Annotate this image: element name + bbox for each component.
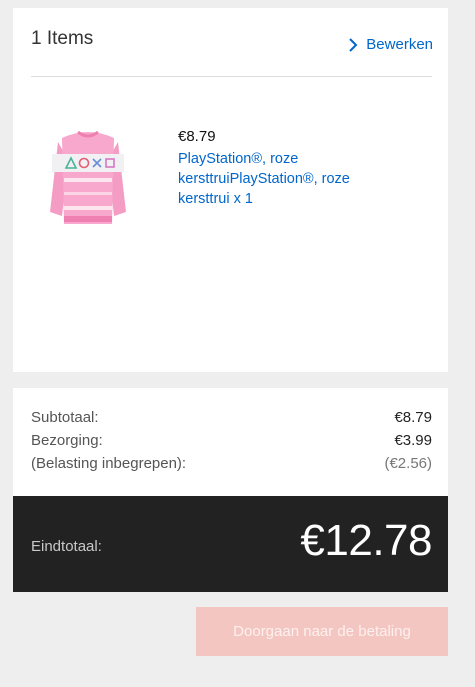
total-label: Eindtotaal: xyxy=(31,538,102,555)
edit-cart-link[interactable]: Bewerken xyxy=(345,36,433,53)
tax-row: (Belasting inbegrepen): (€2.56) xyxy=(31,455,432,472)
total-value: €12.78 xyxy=(300,516,432,565)
sweater-icon xyxy=(50,130,126,224)
divider xyxy=(31,76,432,77)
product-image[interactable] xyxy=(48,120,128,230)
order-summary: Subtotaal: €8.79 Bezorging: €3.99 (Belas… xyxy=(13,388,448,496)
items-count-title: 1 Items xyxy=(31,28,94,49)
subtotal-label: Subtotaal: xyxy=(31,409,99,426)
total-bar: Eindtotaal: €12.78 xyxy=(13,496,448,592)
item-name-link[interactable]: PlayStation®, roze kersttruiPlayStation®… xyxy=(178,149,378,209)
edit-link-label: Bewerken xyxy=(366,36,433,53)
cart-items-panel: 1 Items Bewerken €8.79 PlayStation®, roz… xyxy=(13,8,448,372)
chevron-right-icon xyxy=(349,37,358,52)
tax-label: (Belasting inbegrepen): xyxy=(31,455,187,472)
checkout-button[interactable]: Doorgaan naar de betaling xyxy=(196,607,448,656)
tax-value: (€2.56) xyxy=(384,455,432,472)
shipping-row: Bezorging: €3.99 xyxy=(31,432,432,449)
shipping-label: Bezorging: xyxy=(31,432,103,449)
subtotal-row: Subtotaal: €8.79 xyxy=(31,409,432,426)
shipping-value: €3.99 xyxy=(394,432,432,449)
item-price: €8.79 xyxy=(178,128,216,145)
subtotal-value: €8.79 xyxy=(394,409,432,426)
